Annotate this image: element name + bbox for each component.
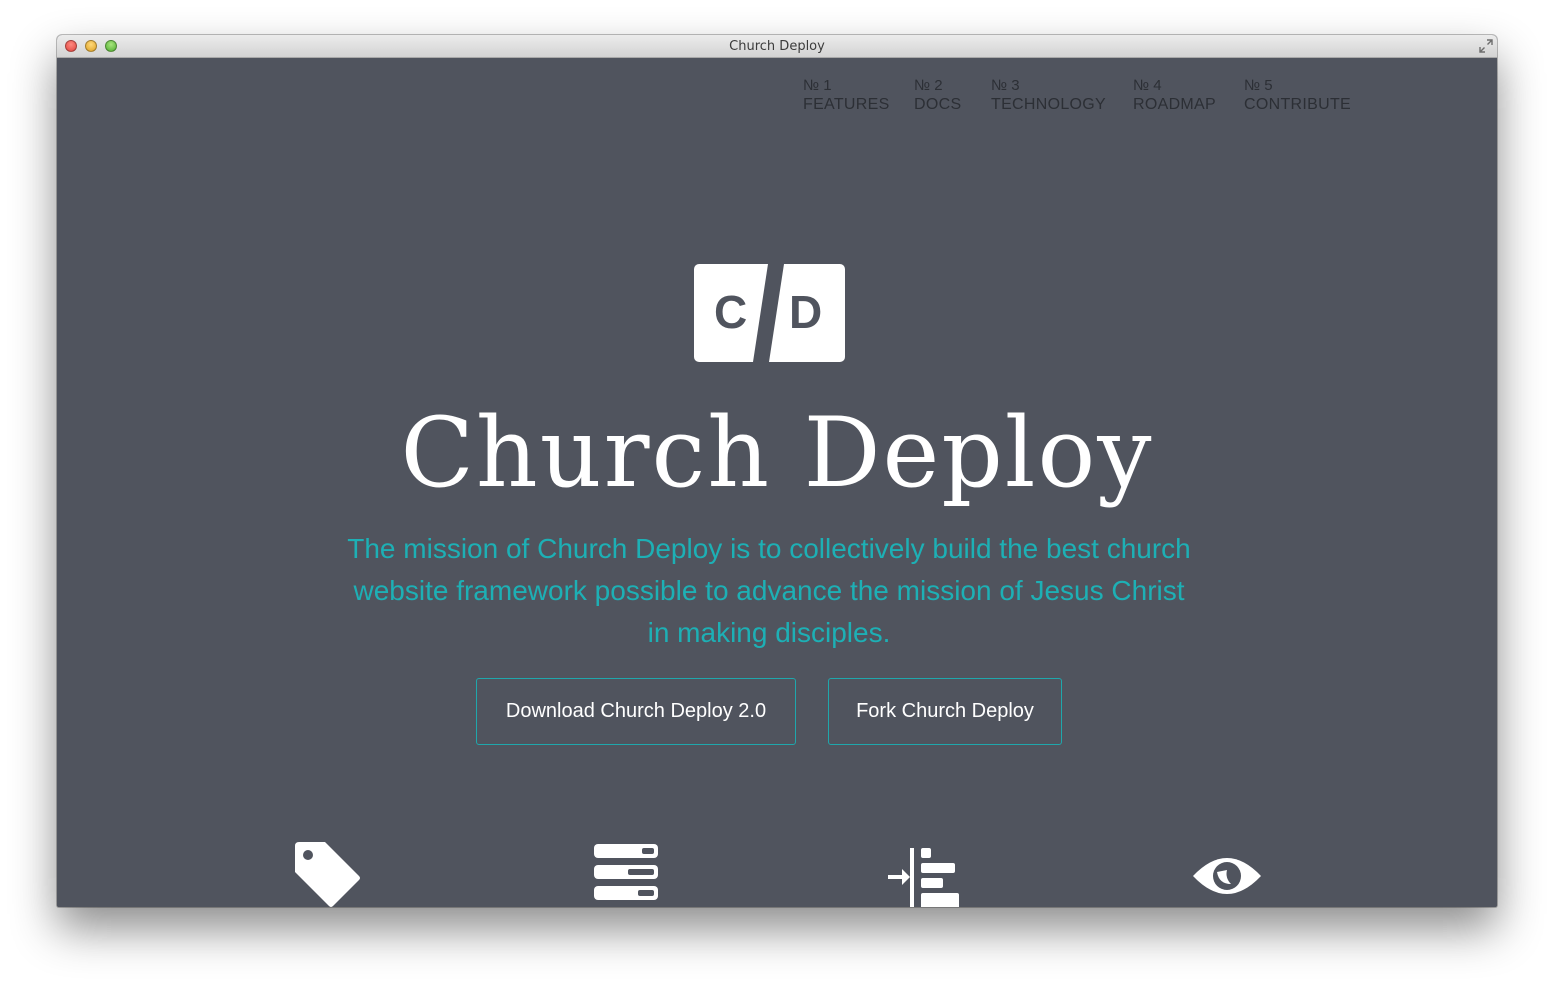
nav-item-roadmap[interactable]: № 4 ROADMAP — [1133, 76, 1216, 114]
page-content: № 1 FEATURES № 2 DOCS № 3 TECHNOLOGY № 4… — [57, 58, 1497, 907]
nav-item-docs[interactable]: № 2 DOCS — [914, 76, 961, 114]
indent-list-icon — [888, 848, 959, 907]
nav-item-label: FEATURES — [803, 96, 890, 113]
logo-letter-d: D — [789, 286, 822, 338]
server-stack-icon — [594, 844, 658, 900]
nav-item-label: CONTRIBUTE — [1244, 96, 1351, 113]
nav-item-number: № 1 — [803, 77, 832, 94]
tag-icon — [295, 842, 360, 907]
hero-title: Church Deploy — [400, 397, 1154, 509]
nav-item-features[interactable]: № 1 FEATURES — [803, 76, 890, 114]
window-titlebar: Church Deploy — [57, 35, 1497, 58]
fullscreen-icon[interactable] — [1479, 39, 1493, 53]
nav-item-number: № 3 — [991, 77, 1020, 94]
browser-window: Church Deploy № 1 FEATURES № 2 DOCS № 3 … — [57, 35, 1497, 907]
nav-item-label: ROADMAP — [1133, 96, 1216, 113]
logo-slash — [753, 264, 784, 362]
nav-item-number: № 2 — [914, 77, 943, 94]
nav-item-technology[interactable]: № 3 TECHNOLOGY — [991, 76, 1106, 114]
nav-item-number: № 4 — [1133, 77, 1162, 94]
nav-item-label: DOCS — [914, 96, 962, 113]
mission-statement: The mission of Church Deploy is to colle… — [347, 533, 1191, 648]
nav-item-label: TECHNOLOGY — [991, 96, 1107, 113]
download-button[interactable]: Download Church Deploy 2.0 — [476, 678, 796, 745]
fork-button[interactable]: Fork Church Deploy — [828, 678, 1062, 745]
eye-icon — [1193, 858, 1261, 894]
nav-item-number: № 5 — [1244, 77, 1273, 94]
logo-letter-c: C — [714, 286, 747, 338]
nav-item-contribute[interactable]: № 5 CONTRIBUTE — [1244, 76, 1351, 114]
church-deploy-logo: C D — [694, 264, 845, 362]
window-title: Church Deploy — [729, 39, 825, 54]
